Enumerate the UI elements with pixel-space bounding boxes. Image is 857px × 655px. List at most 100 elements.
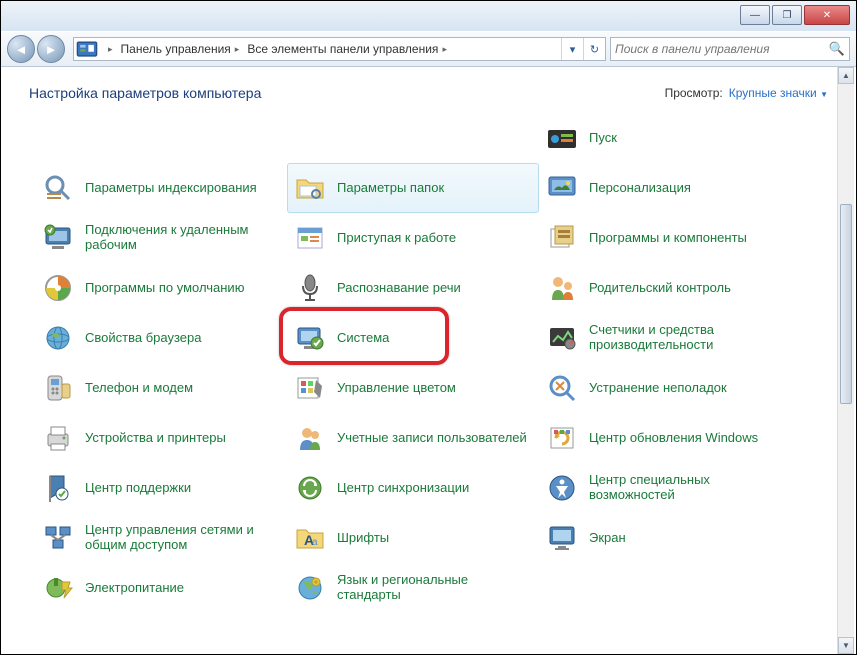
- control-panel-item[interactable]: Центр синхронизации: [287, 463, 539, 513]
- crumb-arrow[interactable]: ▸: [100, 38, 117, 60]
- speech-icon: [293, 271, 327, 305]
- control-panel-item[interactable]: Пуск: [539, 113, 791, 163]
- forward-button[interactable]: ►: [37, 35, 65, 63]
- scroll-up-button[interactable]: ▲: [838, 67, 854, 84]
- item-label: Подключения к удаленным рабочим: [85, 223, 281, 253]
- item-label: Параметры индексирования: [85, 181, 257, 196]
- item-label: Приступая к работе: [337, 231, 456, 246]
- region-icon: [293, 571, 327, 605]
- back-button[interactable]: ◄: [7, 35, 35, 63]
- control-panel-item[interactable]: Центр специальных возможностей: [539, 463, 791, 513]
- item-label: Программы и компоненты: [589, 231, 747, 246]
- maximize-button[interactable]: ❐: [772, 5, 802, 25]
- control-panel-item[interactable]: Aa Шрифты: [287, 513, 539, 563]
- content-area: Настройка параметров компьютера Просмотр…: [1, 67, 856, 654]
- control-panel-item[interactable]: Устранение неполадок: [539, 363, 791, 413]
- content-header: Настройка параметров компьютера Просмотр…: [1, 67, 856, 113]
- control-panel-item[interactable]: Свойства браузера: [35, 313, 287, 363]
- control-panel-item[interactable]: Персонализация: [539, 163, 791, 213]
- breadcrumb-seg2[interactable]: Все элементы панели управления▸: [243, 38, 451, 60]
- svg-text:a: a: [312, 537, 318, 548]
- search-input[interactable]: [615, 42, 829, 56]
- color-icon: [293, 371, 327, 405]
- refresh-button[interactable]: ↻: [583, 38, 605, 60]
- item-label: Свойства браузера: [85, 331, 201, 346]
- view-label: Просмотр:: [665, 86, 723, 100]
- control-panel-item[interactable]: Учетные записи пользователей: [287, 413, 539, 463]
- control-panel-item[interactable]: Центр поддержки: [35, 463, 287, 513]
- breadcrumb-label: Панель управления: [121, 42, 231, 56]
- parental-icon: [545, 271, 579, 305]
- control-panel-item[interactable]: Распознавание речи: [287, 263, 539, 313]
- control-panel-item[interactable]: Родительский контроль: [539, 263, 791, 313]
- scroll-track[interactable]: [838, 84, 854, 637]
- item-label: Программы по умолчанию: [85, 281, 244, 296]
- vertical-scrollbar[interactable]: ▲ ▼: [837, 67, 854, 654]
- search-icon[interactable]: 🔍: [829, 41, 845, 57]
- start-icon: [545, 121, 579, 155]
- item-label: Центр синхронизации: [337, 481, 469, 496]
- control-panel-item[interactable]: Программы по умолчанию: [35, 263, 287, 313]
- item-label: Центр управления сетями и общим доступом: [85, 523, 281, 553]
- control-panel-item[interactable]: Параметры индексирования: [35, 163, 287, 213]
- control-panel-item[interactable]: [35, 113, 287, 133]
- item-label: Родительский контроль: [589, 281, 731, 296]
- control-panel-item[interactable]: Язык и региональные стандарты: [287, 563, 539, 613]
- close-button[interactable]: ✕: [804, 5, 850, 25]
- item-label: Центр специальных возможностей: [589, 473, 785, 503]
- item-label: Телефон и модем: [85, 381, 193, 396]
- inet-icon: [41, 321, 75, 355]
- address-dropdown-button[interactable]: ▾: [561, 38, 583, 60]
- search-icon: [41, 171, 75, 205]
- trouble-icon: [545, 371, 579, 405]
- fonts-icon: Aa: [293, 521, 327, 555]
- control-panel-item[interactable]: Устройства и принтеры: [35, 413, 287, 463]
- system-icon: [293, 321, 327, 355]
- control-panel-item[interactable]: Подключения к удаленным рабочим: [35, 213, 287, 263]
- item-label: Счетчики и средства производительности: [589, 323, 785, 353]
- item-label: Язык и региональные стандарты: [337, 573, 533, 603]
- control-panel-item[interactable]: Параметры папок: [287, 163, 539, 213]
- control-panel-item[interactable]: Электропитание: [35, 563, 287, 613]
- control-panel-item[interactable]: Центр обновления Windows: [539, 413, 791, 463]
- item-label: Шрифты: [337, 531, 389, 546]
- control-panel-icon: [76, 40, 98, 58]
- breadcrumb-seg1[interactable]: Панель управления▸: [117, 38, 244, 60]
- address-bar[interactable]: ▸ Панель управления▸ Все элементы панели…: [73, 37, 606, 61]
- control-panel-item[interactable]: Центр управления сетями и общим доступом: [35, 513, 287, 563]
- item-label: Электропитание: [85, 581, 184, 596]
- printers-icon: [41, 421, 75, 455]
- control-panel-item[interactable]: Управление цветом: [287, 363, 539, 413]
- control-panel-item[interactable]: Экран: [539, 513, 791, 563]
- control-panel-item[interactable]: Счетчики и средства производительности: [539, 313, 791, 363]
- item-label: Устранение неполадок: [589, 381, 727, 396]
- scroll-thumb[interactable]: [840, 204, 852, 404]
- control-panel-item[interactable]: Телефон и модем: [35, 363, 287, 413]
- action-icon: [41, 471, 75, 505]
- control-panel-item[interactable]: Система: [287, 313, 539, 363]
- item-label: Параметры папок: [337, 181, 444, 196]
- getstarted-icon: [293, 221, 327, 255]
- minimize-button[interactable]: —: [740, 5, 770, 25]
- control-panel-item[interactable]: [287, 113, 539, 133]
- control-panel-item[interactable]: Приступая к работе: [287, 213, 539, 263]
- ease-icon: [545, 471, 579, 505]
- power-icon: [41, 571, 75, 605]
- persona-icon: [545, 171, 579, 205]
- breadcrumb-label: Все элементы панели управления: [247, 42, 438, 56]
- search-box[interactable]: 🔍: [610, 37, 850, 61]
- view-dropdown[interactable]: Крупные значки ▼: [729, 86, 828, 100]
- control-panel-item[interactable]: Программы и компоненты: [539, 213, 791, 263]
- item-label: Центр обновления Windows: [589, 431, 758, 446]
- scroll-down-button[interactable]: ▼: [838, 637, 854, 654]
- page-title: Настройка параметров компьютера: [29, 85, 261, 101]
- chevron-down-icon: ▼: [820, 90, 828, 99]
- item-label: Экран: [589, 531, 626, 546]
- control-panel-window: — ❐ ✕ ◄ ► ▸ Панель управления▸ Все элеме…: [0, 0, 857, 655]
- defaults-icon: [41, 271, 75, 305]
- network-icon: [41, 521, 75, 555]
- titlebar: — ❐ ✕: [1, 1, 856, 31]
- nav-arrows: ◄ ►: [7, 35, 69, 63]
- remote-icon: [41, 221, 75, 255]
- perf-icon: [545, 321, 579, 355]
